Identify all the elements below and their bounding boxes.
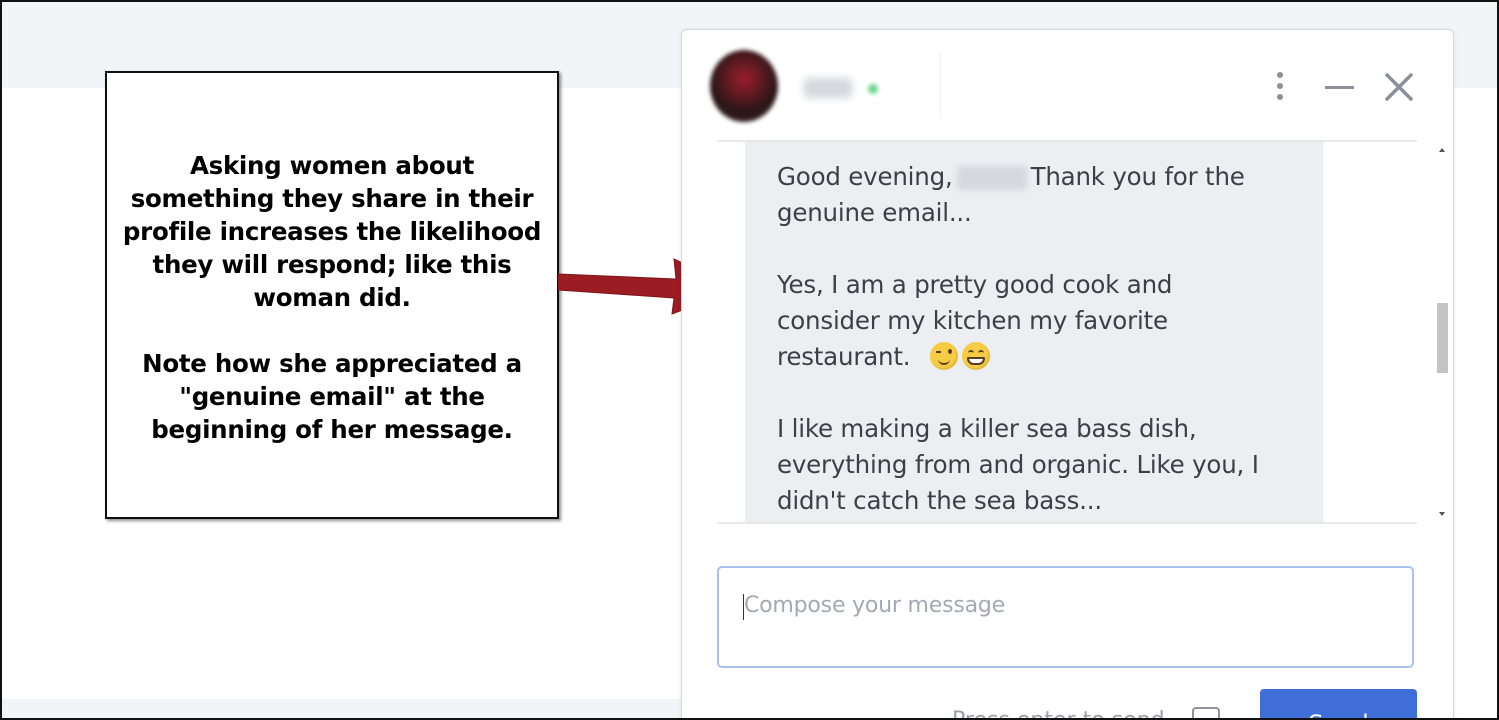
redacted-name xyxy=(956,166,1027,190)
avatar[interactable] xyxy=(710,50,778,122)
contact-name-redacted xyxy=(804,78,852,98)
scroll-down-arrow-icon[interactable] xyxy=(1439,512,1445,516)
message-scrollbar[interactable] xyxy=(1434,142,1450,522)
close-icon[interactable] xyxy=(1382,70,1416,104)
grinning-face-emoji xyxy=(961,342,990,370)
chat-header xyxy=(682,30,1453,140)
compose-placeholder: Compose your message xyxy=(744,593,1005,618)
message-list[interactable]: Good evening, Thank you for the genuine e… xyxy=(717,142,1417,522)
minimize-icon[interactable] xyxy=(1322,70,1356,104)
message-line: genuine email... xyxy=(777,198,972,227)
message-line: consider my kitchen my favorite xyxy=(777,306,1168,335)
page-background-footer xyxy=(2,699,702,718)
message-line: everything from and organic. Like you, I xyxy=(777,450,1259,479)
scroll-up-arrow-icon[interactable] xyxy=(1439,148,1445,152)
screenshot-frame: Asking women about something they share … xyxy=(0,0,1499,720)
annotation-line: something they share in their xyxy=(130,184,534,213)
annotation-line: Asking women about xyxy=(190,151,474,180)
annotation-callout: Asking women about something they share … xyxy=(105,71,559,519)
scrollbar-thumb[interactable] xyxy=(1437,303,1448,373)
winking-face-emoji xyxy=(929,342,958,370)
annotation-line: woman did. xyxy=(253,283,411,312)
online-status-dot xyxy=(868,84,878,94)
compose-message-input[interactable]: Compose your message xyxy=(717,566,1414,668)
message-bubble: Good evening, Thank you for the genuine e… xyxy=(745,142,1323,522)
annotation-line: beginning of her message. xyxy=(151,415,513,444)
press-enter-checkbox[interactable] xyxy=(1192,707,1220,718)
chat-window: Good evening, Thank you for the genuine e… xyxy=(681,29,1454,718)
compose-divider-line xyxy=(717,522,1417,524)
annotation-line: they will respond; like this xyxy=(152,250,512,279)
message-line: Yes, I am a pretty good cook and xyxy=(777,270,1173,299)
send-button[interactable]: Send xyxy=(1260,689,1417,718)
annotation-line: "genuine email" at the xyxy=(179,382,485,411)
kebab-menu-icon[interactable] xyxy=(1264,70,1298,104)
message-line: didn't catch the sea bass... xyxy=(777,486,1102,515)
annotation-line: Note how she appreciated a xyxy=(142,349,522,378)
message-line: restaurant. xyxy=(777,342,990,372)
header-divider xyxy=(940,52,941,118)
message-line: Good evening, Thank you for the xyxy=(777,162,1245,191)
message-line: I like making a killer sea bass dish, xyxy=(777,414,1197,443)
annotation-line: profile increases the likelihood xyxy=(122,217,542,246)
press-enter-label: Press enter to send xyxy=(952,708,1165,718)
